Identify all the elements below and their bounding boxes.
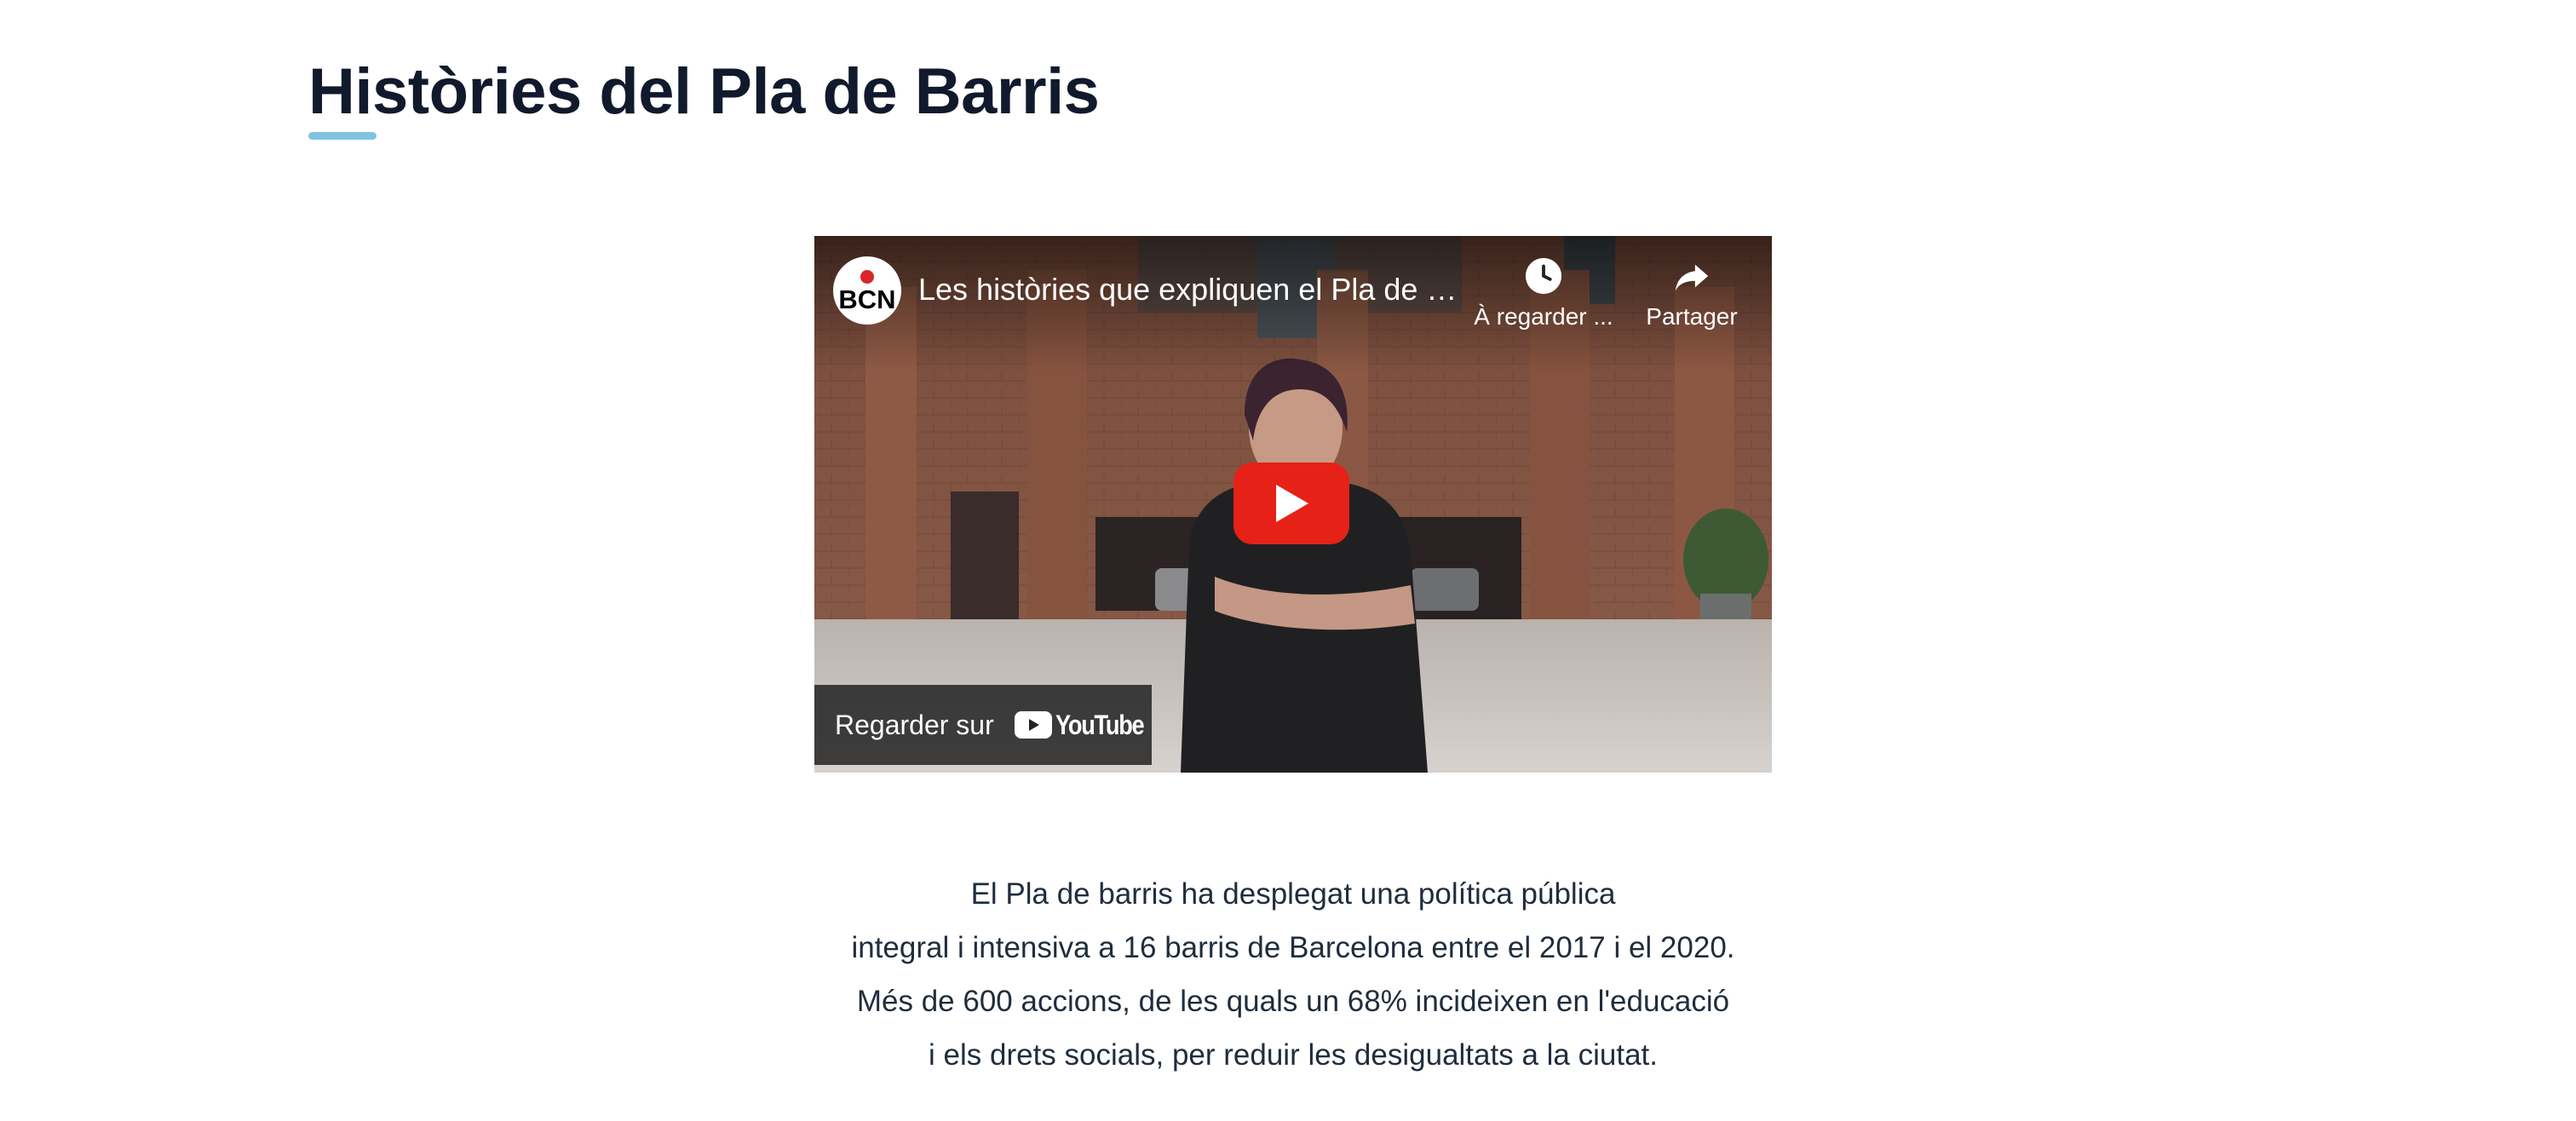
watch-later-button[interactable]: À regarder ...	[1470, 256, 1617, 331]
description-line: i els drets socials, per reduir les desi…	[929, 1038, 1658, 1072]
share-button[interactable]: Partager	[1632, 256, 1751, 331]
page: Històries del Pla de Barris BCN Les hist…	[0, 0, 2576, 1121]
youtube-wordmark: YouTube	[1055, 709, 1145, 740]
page-title: Històries del Pla de Barris	[308, 55, 1100, 128]
channel-logo-text: BCN	[838, 285, 896, 314]
watch-on-youtube-link[interactable]: Regarder sur YouTube	[814, 685, 1152, 765]
video-title-link[interactable]: Les històries que expliquen el Pla de ba…	[918, 270, 1463, 309]
description-line: Més de 600 accions, de les quals un 68% …	[856, 985, 1730, 1018]
barcelona-logo-icon	[860, 270, 874, 284]
description-text: El Pla de barris ha desplegat una políti…	[814, 867, 1772, 1082]
youtube-logo: YouTube	[1014, 709, 1159, 741]
description-line: El Pla de barris ha desplegat una políti…	[970, 877, 1616, 911]
clock-icon	[1525, 257, 1562, 295]
description-line: integral i intensiva a 16 barris de Barc…	[851, 931, 1735, 964]
play-icon	[1276, 485, 1308, 522]
watch-on-label: Regarder sur	[835, 710, 994, 740]
channel-avatar[interactable]: BCN	[833, 256, 901, 325]
play-button[interactable]	[1233, 463, 1349, 544]
youtube-play-logo-icon	[1014, 711, 1052, 739]
share-label: Partager	[1646, 303, 1738, 330]
share-arrow-icon	[1675, 264, 1709, 291]
title-accent-underline	[308, 132, 377, 140]
youtube-video-embed[interactable]: BCN Les històries que expliquen el Pla d…	[814, 236, 1772, 773]
watch-later-label: À regarder ...	[1474, 303, 1613, 330]
